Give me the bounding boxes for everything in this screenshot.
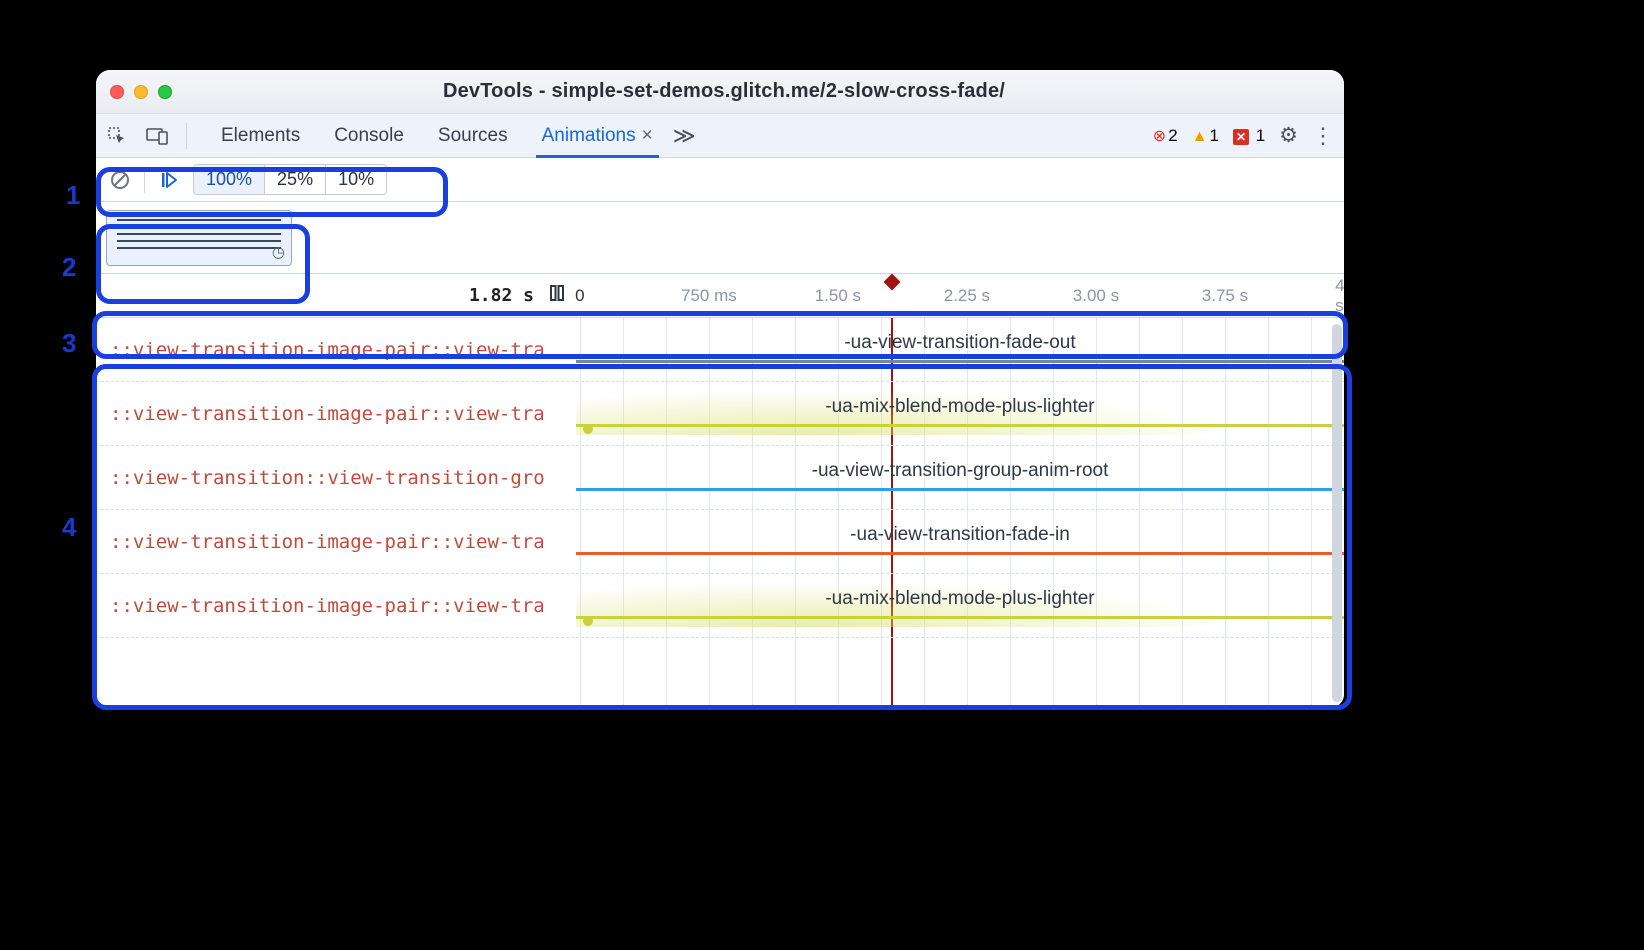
errors-count-red-sq: 1: [1256, 126, 1265, 145]
speed-10pct[interactable]: 10%: [326, 165, 386, 194]
clock-icon: ◷: [272, 243, 285, 261]
tab-animations[interactable]: Animations×: [540, 116, 655, 156]
window-title: DevTools - simple-set-demos.glitch.me/2-…: [182, 80, 1266, 103]
tracks-panel: ::view-transition-image-pair::view-tra-u…: [96, 318, 1344, 708]
animation-track-row[interactable]: ::view-transition-image-pair::view-tra-u…: [96, 510, 1344, 574]
callout-4: 4: [62, 512, 76, 543]
inspect-icon[interactable]: [106, 125, 128, 147]
close-window-button[interactable]: [110, 85, 124, 99]
tabs-overflow-icon[interactable]: ≫: [673, 123, 696, 149]
settings-gear-icon[interactable]: ⚙: [1279, 123, 1298, 148]
minimize-window-button[interactable]: [134, 85, 148, 99]
animation-track-row[interactable]: ::view-transition-image-pair::view-tra-u…: [96, 574, 1344, 638]
pause-icon[interactable]: [548, 284, 566, 307]
keyframe-dot-icon[interactable]: [583, 616, 593, 626]
animation-track-row[interactable]: ::view-transition-image-pair::view-tra-u…: [96, 318, 1344, 382]
callout-1: 1: [66, 180, 80, 211]
keyframe-dot-icon[interactable]: [583, 424, 593, 434]
track-timeline[interactable]: -ua-view-transition-fade-in: [576, 510, 1344, 573]
animation-track-row[interactable]: ::view-transition-image-pair::view-tra-u…: [96, 382, 1344, 446]
animation-bar[interactable]: [576, 424, 1344, 427]
ruler-tick: 1.50 s: [815, 286, 861, 306]
zoom-window-button[interactable]: [158, 85, 172, 99]
playhead-marker-icon[interactable]: [884, 274, 901, 291]
ruler-tick: 2.25 s: [944, 286, 990, 306]
tab-elements[interactable]: Elements: [219, 116, 302, 156]
errors-count-red: 2: [1168, 126, 1177, 145]
track-timeline[interactable]: -ua-view-transition-fade-out: [576, 318, 1344, 381]
timeline-ruler[interactable]: 1.82 s 0 750 ms 1.50 s 2.25 s 3.00 s 3.75 s 4.…: [96, 274, 1344, 318]
animation-name-label: -ua-view-transition-group-anim-root: [576, 460, 1344, 482]
animations-toolbar: 100%25%10%: [96, 158, 1344, 202]
ruler-tick: 0: [575, 286, 584, 306]
callout-2: 2: [62, 252, 76, 283]
track-timeline[interactable]: -ua-mix-blend-mode-plus-lighter: [576, 382, 1344, 445]
tab-strip: Elements Console Sources Animations× ≫ ⊗2 ▲…: [96, 114, 1344, 158]
speed-100pct[interactable]: 100%: [194, 165, 265, 194]
track-timeline[interactable]: -ua-view-transition-group-anim-root: [576, 446, 1344, 509]
ruler-tick: 750 ms: [681, 286, 737, 306]
animation-name-label: -ua-mix-blend-mode-plus-lighter: [576, 588, 1344, 610]
animation-name-label: -ua-mix-blend-mode-plus-lighter: [576, 396, 1344, 418]
errors-badge-red-circle[interactable]: ⊗2: [1153, 126, 1178, 146]
track-selector-label[interactable]: ::view-transition-image-pair::view-tra: [96, 403, 576, 425]
animation-group-thumbnail[interactable]: ◷: [106, 210, 292, 266]
track-selector-label[interactable]: ::view-transition::view-transition-gro: [96, 467, 576, 489]
animation-name-label: -ua-view-transition-fade-out: [576, 332, 1344, 354]
animation-bar[interactable]: [576, 360, 1344, 363]
speed-25pct[interactable]: 25%: [265, 165, 326, 194]
track-selector-label[interactable]: ::view-transition-image-pair::view-tra: [96, 339, 576, 361]
errors-badge-orange[interactable]: ▲1: [1192, 126, 1219, 146]
track-selector-label[interactable]: ::view-transition-image-pair::view-tra: [96, 531, 576, 553]
current-time-label: 1.82 s: [469, 285, 534, 306]
titlebar: DevTools - simple-set-demos.glitch.me/2-…: [96, 70, 1344, 114]
tab-close-icon[interactable]: ×: [642, 125, 653, 146]
ruler-tick: 4.50 s: [1335, 276, 1344, 316]
errors-count-orange: 1: [1210, 126, 1219, 145]
ruler-tick: 3.75 s: [1202, 286, 1248, 306]
animation-bar[interactable]: [576, 552, 1344, 555]
vertical-scrollbar[interactable]: [1332, 324, 1342, 702]
callout-3: 3: [62, 328, 76, 359]
animation-track-row[interactable]: ::view-transition::view-transition-gro-u…: [96, 446, 1344, 510]
animation-bar[interactable]: [576, 616, 1344, 619]
tab-console[interactable]: Console: [332, 116, 406, 156]
tab-sources[interactable]: Sources: [436, 116, 510, 156]
device-toggle-icon[interactable]: [146, 125, 168, 147]
track-selector-label[interactable]: ::view-transition-image-pair::view-tra: [96, 595, 576, 617]
play-button[interactable]: [155, 166, 183, 194]
speed-group: 100%25%10%: [193, 164, 387, 195]
kebab-menu-icon[interactable]: ⋮: [1312, 123, 1334, 149]
track-timeline[interactable]: -ua-mix-blend-mode-plus-lighter: [576, 574, 1344, 637]
ruler-tick: 3.00 s: [1073, 286, 1119, 306]
animation-buffer-row: ◷: [96, 202, 1344, 274]
animation-name-label: -ua-view-transition-fade-in: [576, 524, 1344, 546]
animation-bar[interactable]: [576, 488, 1344, 491]
errors-badge-red-square[interactable]: ✕ 1: [1233, 126, 1265, 146]
clear-button[interactable]: [106, 166, 134, 194]
devtools-window: DevTools - simple-set-demos.glitch.me/2-…: [96, 70, 1344, 708]
traffic-lights: [110, 85, 172, 99]
